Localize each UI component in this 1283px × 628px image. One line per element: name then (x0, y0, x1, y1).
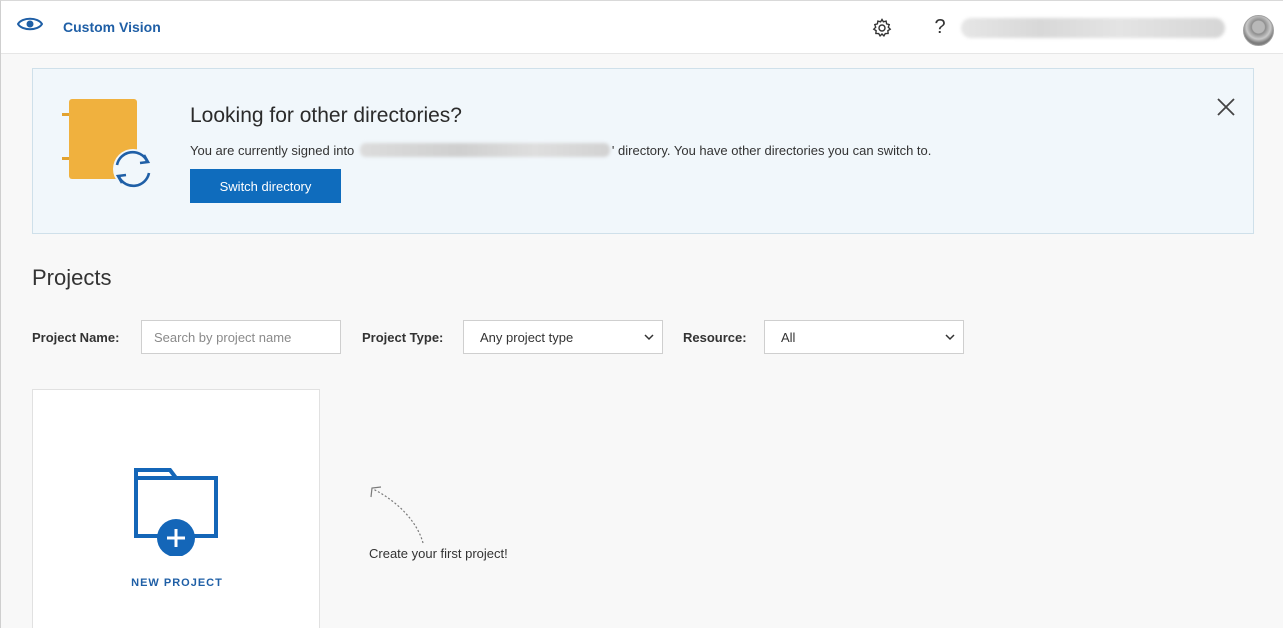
new-project-tile[interactable]: NEW PROJECT (32, 389, 320, 628)
search-input[interactable] (141, 320, 341, 354)
project-type-label: Project Type: (362, 330, 444, 345)
banner-message-prefix: You are currently signed into (190, 143, 355, 158)
directory-switch-icon (62, 99, 153, 189)
page-title: Projects (32, 265, 112, 290)
eye-icon[interactable] (17, 14, 43, 34)
account-name-redacted[interactable] (961, 18, 1225, 38)
resource-label: Resource: (683, 330, 747, 345)
project-type-value: Any project type (480, 329, 574, 345)
switch-directory-button[interactable]: Switch directory (190, 169, 341, 203)
top-bar: Custom Vision ? (1, 1, 1283, 54)
new-folder-icon (134, 468, 218, 556)
directory-name-redacted (359, 143, 610, 157)
new-project-label: NEW PROJECT (131, 577, 223, 589)
directory-banner: Looking for other directories? You are c… (32, 68, 1254, 234)
help-icon[interactable]: ? (931, 15, 949, 39)
close-icon[interactable] (1215, 96, 1237, 118)
banner-message-suffix: ' directory. You have other directories … (611, 143, 932, 158)
project-name-label: Project Name: (32, 330, 120, 345)
app-title[interactable]: Custom Vision (63, 19, 161, 35)
gear-icon[interactable] (871, 17, 893, 39)
avatar[interactable] (1243, 15, 1274, 46)
hint-arrow-icon (370, 486, 424, 544)
resource-select[interactable]: All (764, 320, 964, 354)
custom-vision-page: Custom Vision ? Looking for other direct… (0, 0, 1283, 628)
chevron-down-icon (945, 334, 955, 341)
banner-title: Looking for other directories? (190, 104, 462, 127)
resource-value: All (781, 329, 796, 345)
chevron-down-icon (644, 334, 654, 341)
project-type-select[interactable]: Any project type (463, 320, 663, 354)
banner-message: You are currently signed into ' director… (190, 143, 931, 158)
create-first-project-hint: Create your first project! (369, 546, 508, 561)
